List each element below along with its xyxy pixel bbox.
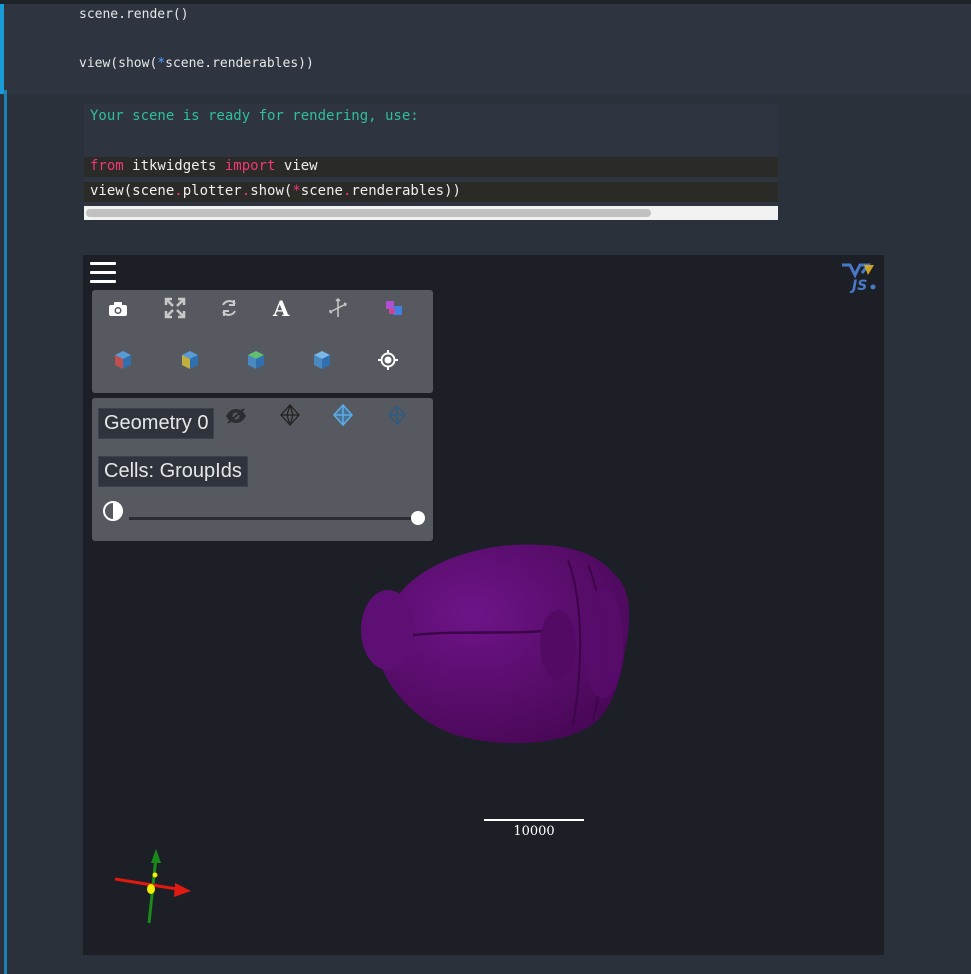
menu-toggle-icon[interactable] — [90, 262, 116, 284]
camera-icon[interactable] — [104, 295, 132, 323]
ready-message: Your scene is ready for rendering, use: — [90, 108, 419, 124]
orientation-axes — [114, 849, 191, 924]
opacity-icon — [99, 497, 127, 525]
code-line-render: scene.render() — [79, 7, 189, 22]
visibility-icon[interactable] — [222, 402, 250, 430]
main-toolbar: A — [92, 290, 433, 393]
view-z-icon[interactable] — [242, 346, 270, 374]
itk-viewer[interactable]: JS A Geometry 0 Cells: GroupIds 10000 — [83, 255, 884, 955]
opacity-slider-knob[interactable] — [411, 511, 425, 525]
geometry-panel: Geometry 0 Cells: GroupIds — [92, 398, 433, 541]
brain-mesh[interactable] — [353, 535, 643, 755]
reset-view-icon[interactable] — [308, 346, 336, 374]
annotations-icon[interactable]: A — [268, 294, 296, 322]
cell-selection-bar — [0, 4, 4, 94]
scale-bar-label: 10000 — [513, 824, 555, 839]
output-selection-bar — [4, 90, 7, 974]
view-y-icon[interactable] — [176, 346, 204, 374]
color-by-selector[interactable]: Cells: GroupIds — [98, 456, 248, 487]
fullscreen-icon[interactable] — [161, 294, 189, 322]
import-line: from itkwidgets import view — [90, 158, 318, 174]
opacity-slider-track[interactable] — [129, 517, 421, 520]
wireframe-icon[interactable] — [383, 401, 411, 429]
axes-icon[interactable] — [324, 294, 352, 322]
recenter-icon[interactable] — [374, 346, 402, 374]
surface-icon[interactable] — [329, 401, 357, 429]
svg-text:A: A — [272, 297, 290, 319]
output-area: Your scene is ready for rendering, use: … — [84, 104, 778, 220]
vtkjs-logo-icon: JS — [840, 261, 878, 294]
horizontal-scrollbar[interactable] — [84, 206, 778, 220]
call-line: view(scene.plotter.show(*scene.renderabl… — [90, 183, 461, 199]
scrollbar-thumb[interactable] — [86, 209, 651, 217]
scale-bar — [484, 819, 584, 821]
rotate-icon[interactable] — [215, 294, 243, 322]
geometry-selector[interactable]: Geometry 0 — [98, 408, 215, 439]
svg-text:JS: JS — [849, 278, 867, 293]
points-icon[interactable] — [276, 401, 304, 429]
interpolation-icon[interactable] — [380, 294, 408, 322]
view-x-icon[interactable] — [109, 346, 137, 374]
code-cell[interactable]: scene.render() view(show(*scene.renderab… — [0, 0, 971, 94]
code-line-view: view(show(*scene.renderables)) — [79, 56, 314, 71]
